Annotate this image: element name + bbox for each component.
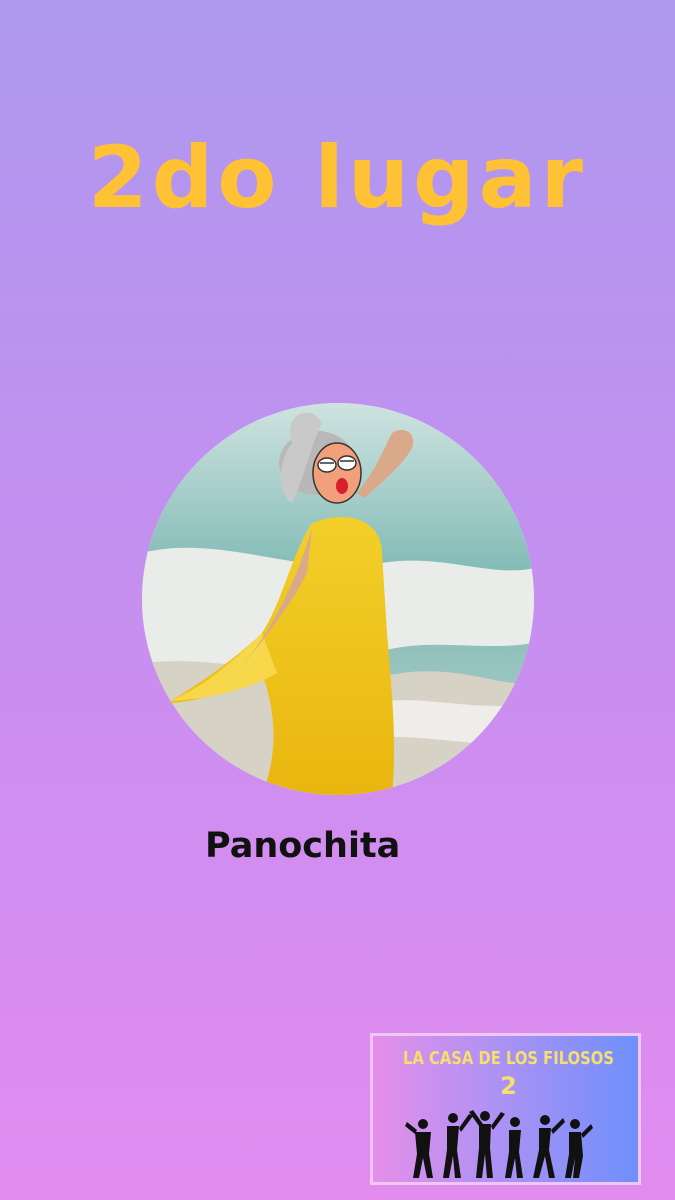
- show-logo: LA CASA DE LOS FILOSOS 2: [370, 1033, 641, 1185]
- dancing-people-silhouettes: [405, 1110, 593, 1178]
- winner-photo-illustration: [142, 403, 534, 795]
- winner-name: Panochita: [205, 826, 401, 866]
- logo-title: LA CASA DE LOS FILOSOS: [403, 1048, 614, 1069]
- logo-number: 2: [500, 1072, 517, 1100]
- place-title: 2do lugar: [87, 128, 588, 228]
- winner-photo: [142, 403, 534, 795]
